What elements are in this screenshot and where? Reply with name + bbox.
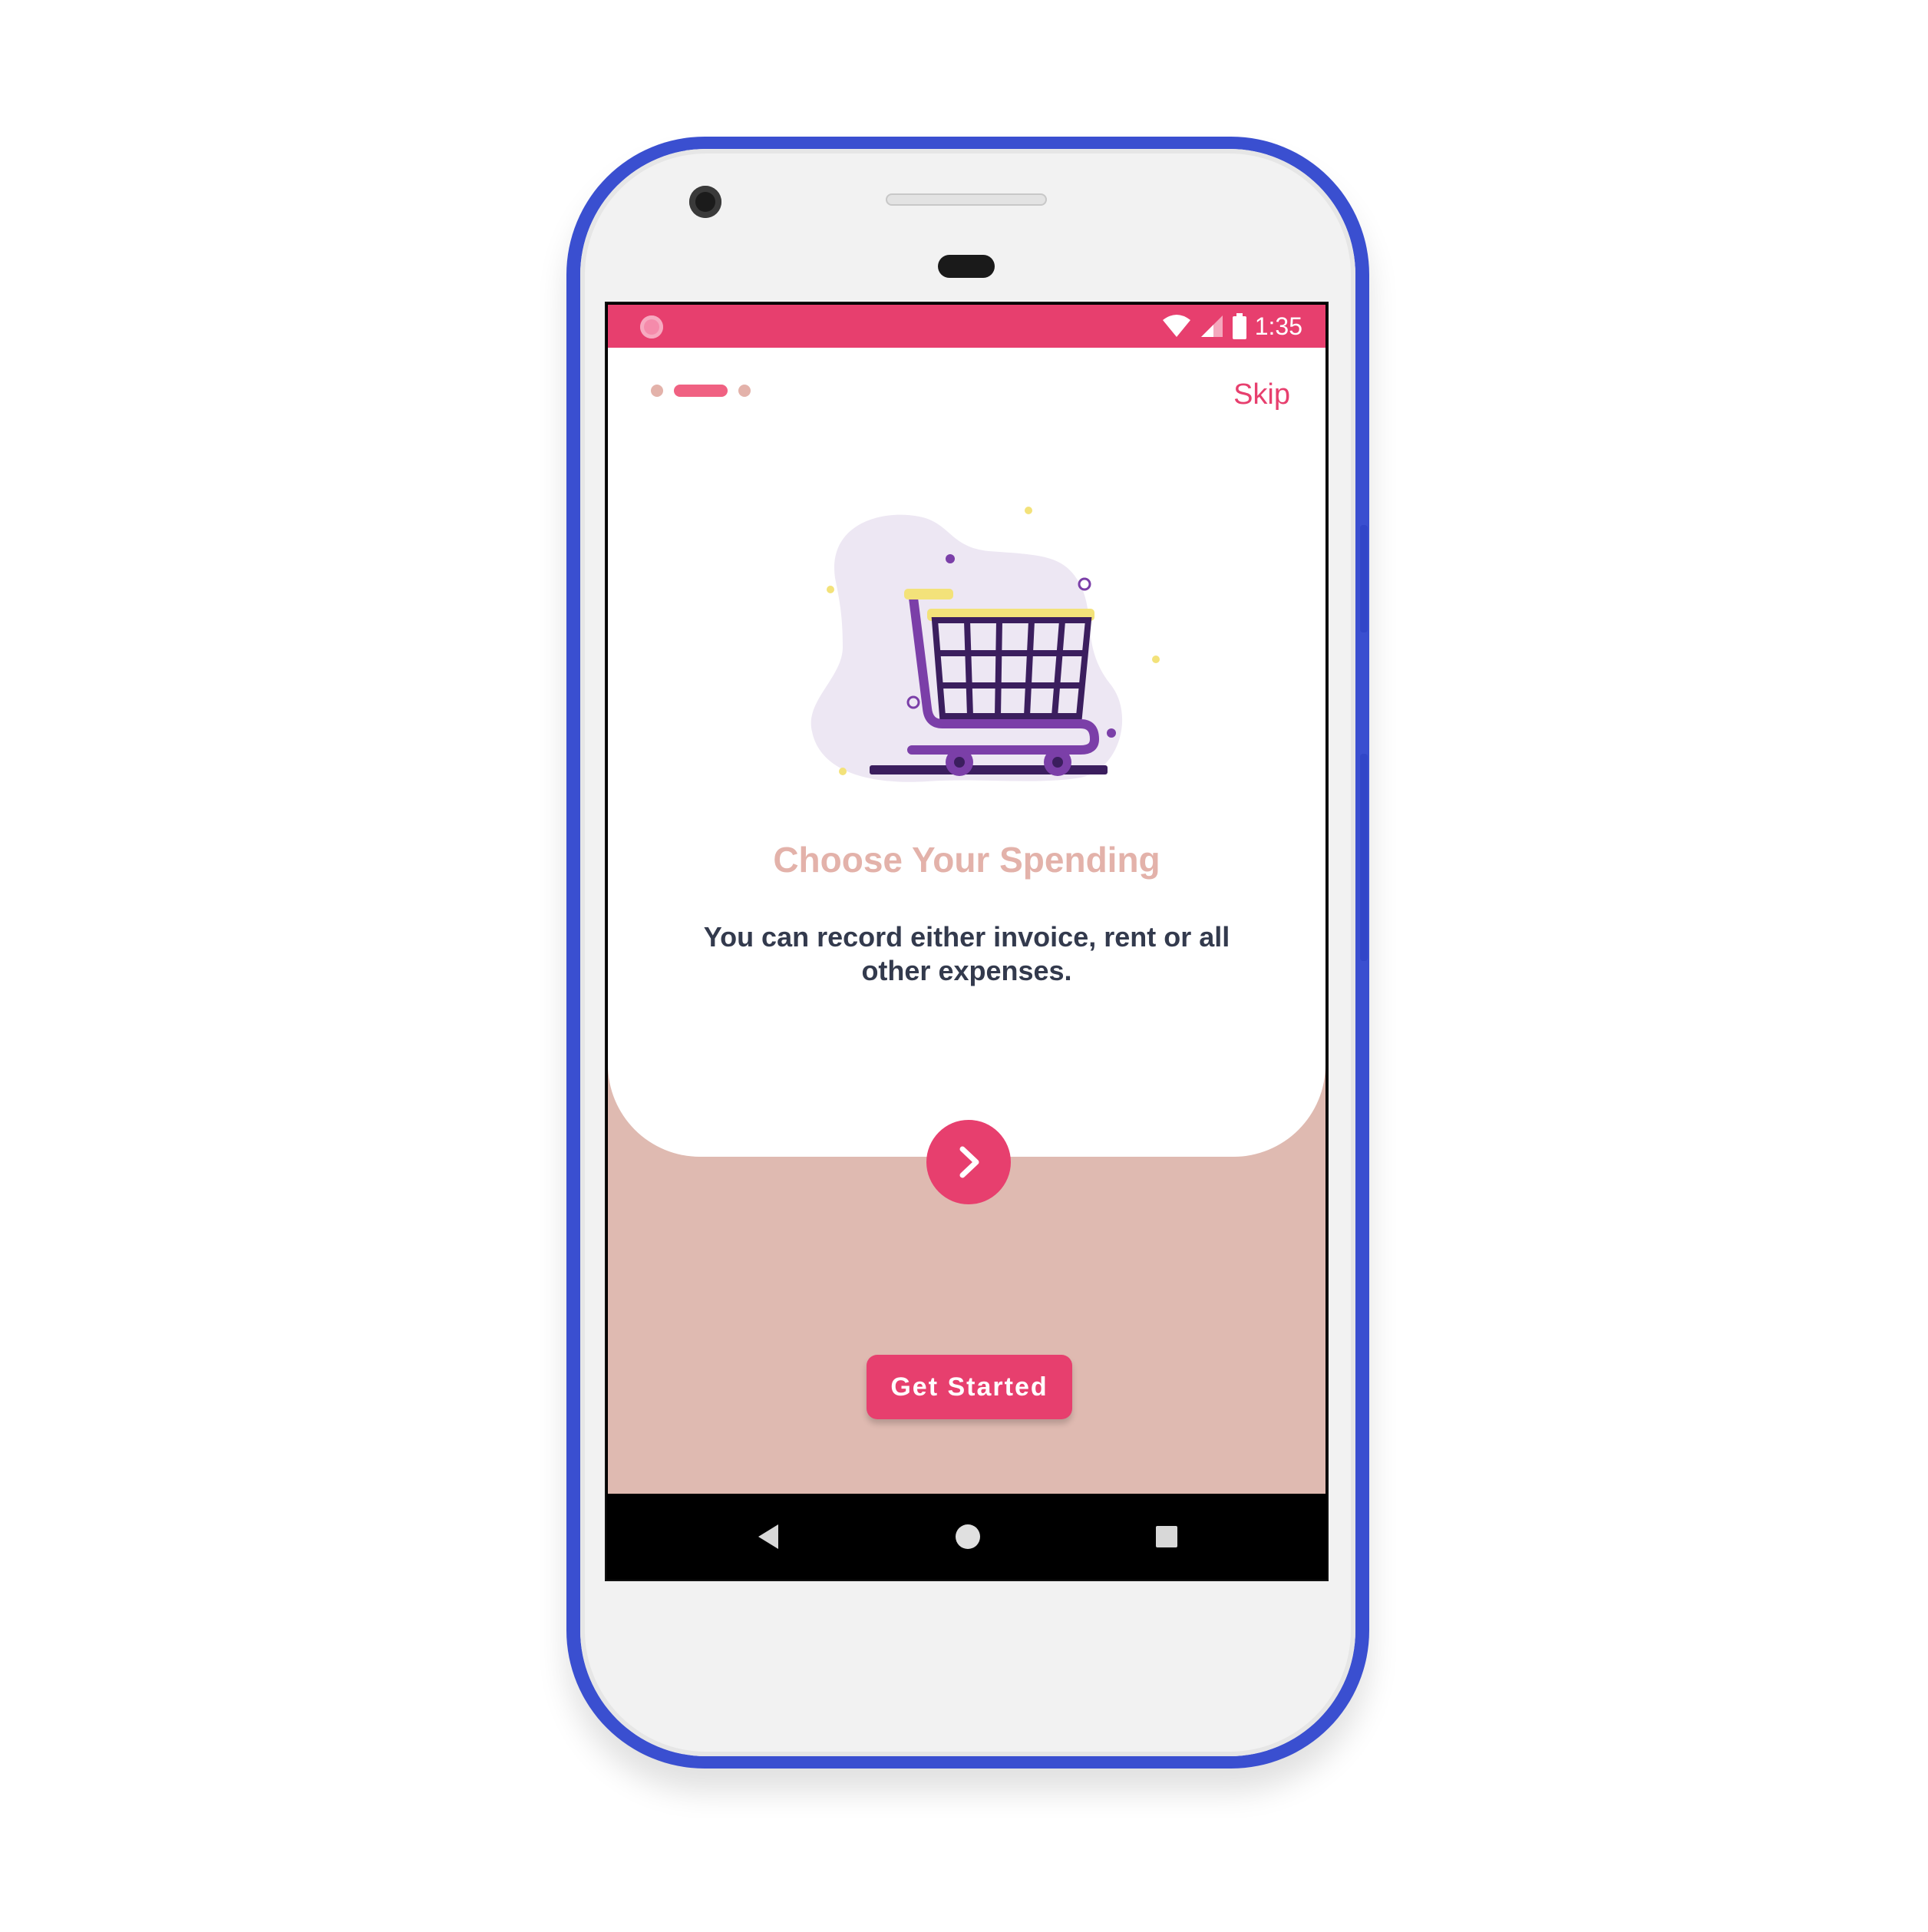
power-button [1360,525,1368,632]
next-button[interactable] [926,1120,1011,1204]
status-time: 1:35 [1254,312,1302,340]
home-circle-icon[interactable] [956,1524,980,1549]
notification-icon [640,315,663,339]
phone-screen: 1:35 Skip Choose Your Spending You can r… [605,302,1329,1581]
chevron-right-icon [959,1146,979,1178]
shopping-cart-icon [810,507,1160,782]
skip-button[interactable]: Skip [1233,378,1290,411]
front-camera [689,186,721,218]
proximity-sensor [938,255,995,278]
page-indicator [651,385,751,397]
page-dot [651,385,663,397]
onboarding-card: Skip Choose Your Spending You can record… [608,348,1326,1157]
page-dot [738,385,751,397]
volume-button [1360,754,1368,961]
status-indicators: 1:35 [1161,305,1302,348]
battery-icon [1232,313,1246,339]
signal-icon [1200,315,1223,337]
navigation-bar [606,1494,1327,1580]
recent-square-icon[interactable] [1156,1526,1177,1547]
page-dot-active [674,385,728,397]
onboarding-screen: Skip Choose Your Spending You can record… [608,348,1326,1495]
status-bar: 1:35 [608,305,1326,348]
back-triangle-icon[interactable] [757,1523,780,1551]
get-started-button[interactable]: Get Started [867,1355,1072,1419]
onboarding-description: You can record either invoice, rent or a… [703,921,1230,986]
wifi-icon [1162,315,1190,337]
earpiece-speaker [886,193,1047,206]
onboarding-title: Choose Your Spending [773,840,1160,880]
